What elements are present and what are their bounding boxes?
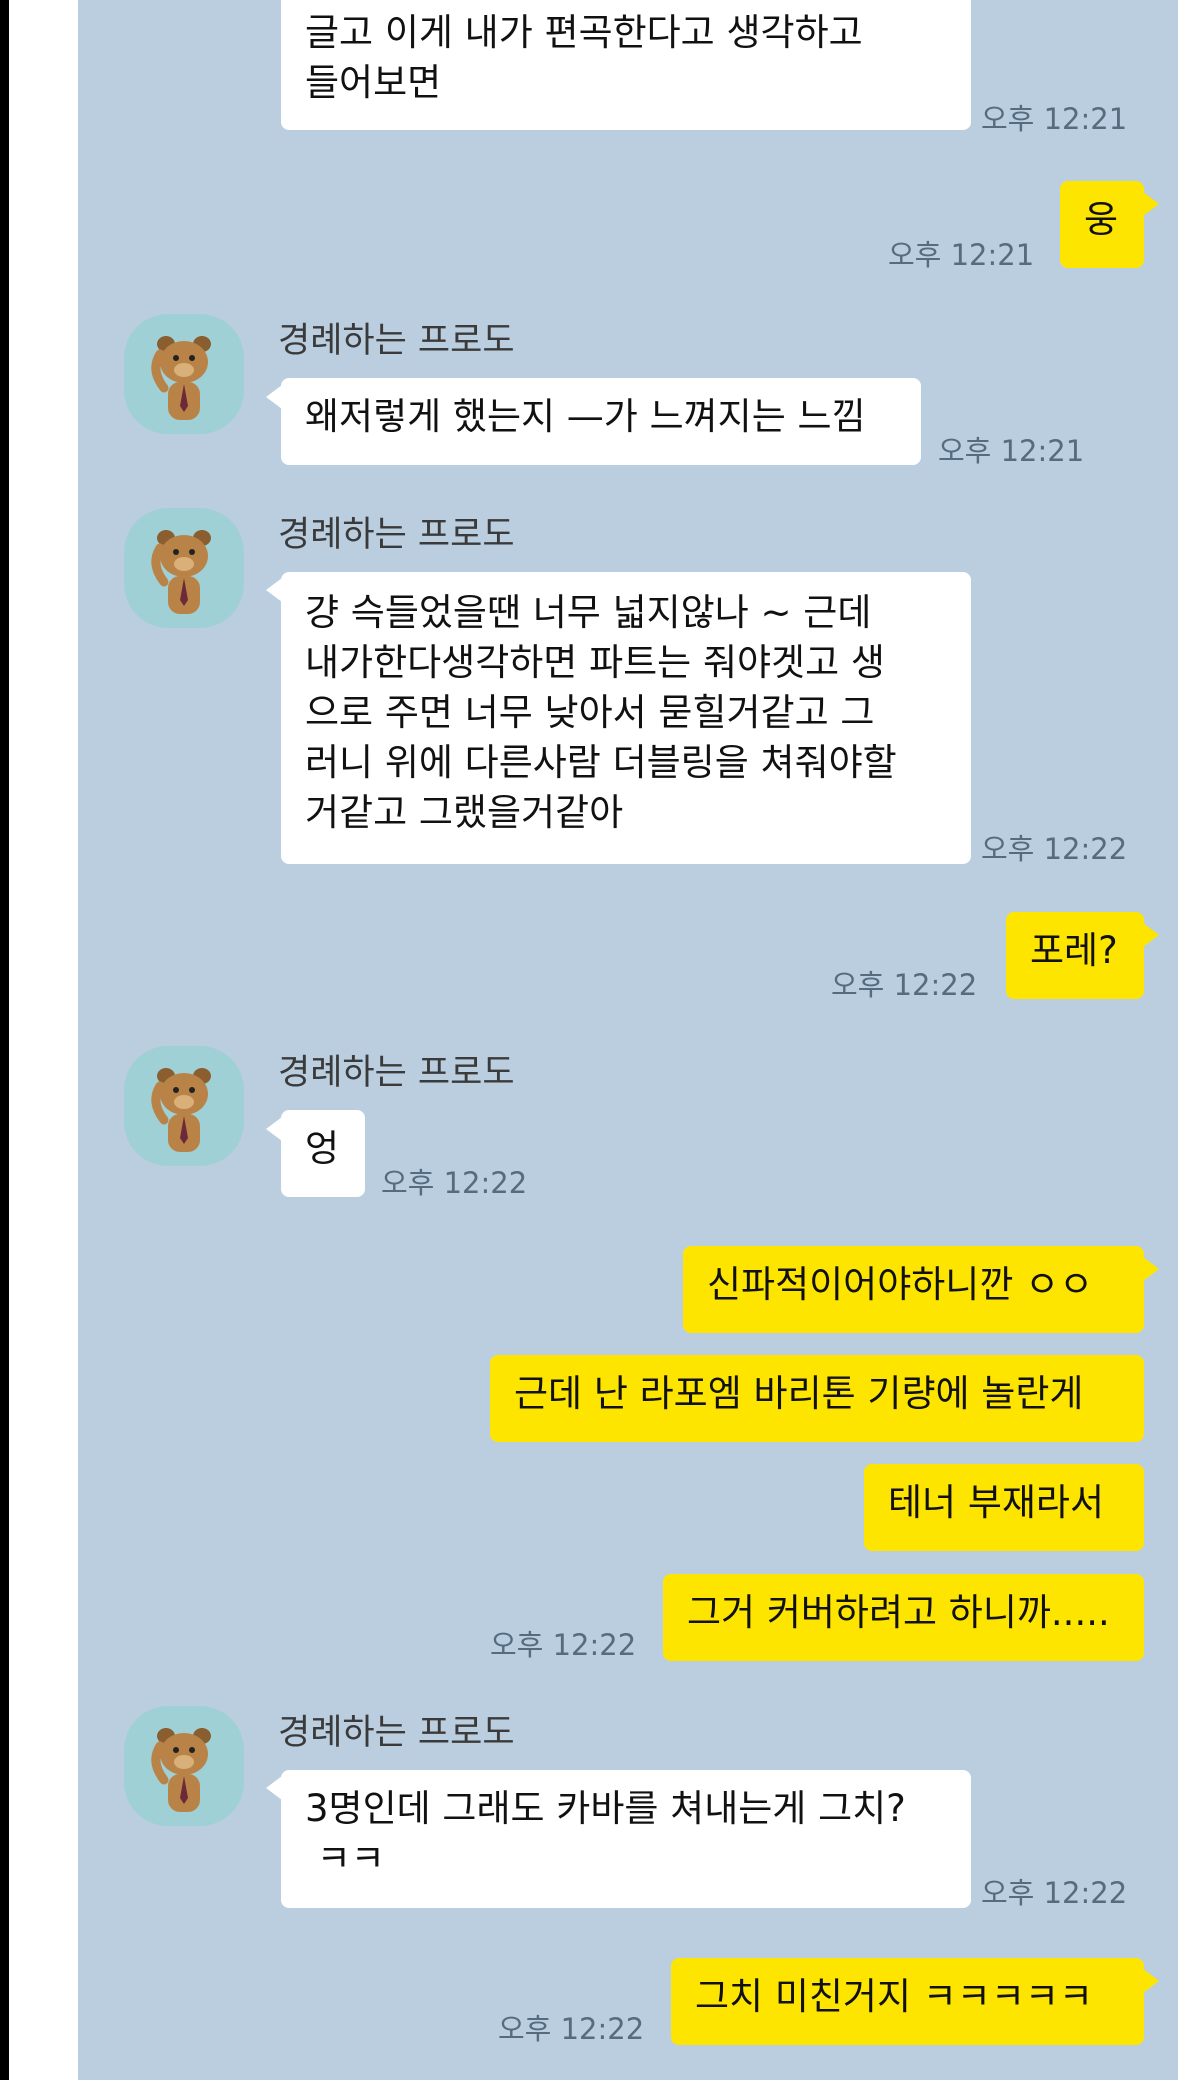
bear-saluting-icon bbox=[151, 336, 211, 420]
message-bubble[interactable]: 엉 bbox=[281, 1110, 365, 1197]
message-bubble[interactable]: 3명인데 그래도 카바를 쳐내는게 그치? ㅋㅋ bbox=[281, 1770, 971, 1908]
avatar[interactable] bbox=[124, 1706, 244, 1826]
message-bubble[interactable]: 그치 미친거지 ㅋㅋㅋㅋㅋ bbox=[671, 1958, 1144, 2045]
bubble-tail bbox=[266, 1117, 282, 1141]
message-bubble[interactable]: 그거 커버하려고 하니까..... bbox=[663, 1574, 1144, 1661]
message-bubble[interactable]: 포레? bbox=[1006, 912, 1144, 999]
bear-saluting-icon bbox=[151, 530, 211, 614]
bubble-tail bbox=[1143, 1257, 1159, 1281]
bubble-tail bbox=[266, 578, 282, 602]
bubble-tail bbox=[266, 1776, 282, 1800]
bear-saluting-icon bbox=[151, 1728, 211, 1812]
message-bubble[interactable]: 신파적이어야하니깐 ㅇㅇ bbox=[683, 1246, 1144, 1333]
bubble-tail bbox=[1143, 923, 1159, 947]
message-time: 오후 12:21 bbox=[938, 434, 1085, 468]
sender-name: 경례하는 프로도 bbox=[278, 1053, 515, 1093]
message-time: 오후 12:22 bbox=[490, 1628, 637, 1662]
sender-name: 경례하는 프로도 bbox=[278, 1713, 515, 1753]
avatar[interactable] bbox=[124, 508, 244, 628]
message-time: 오후 12:22 bbox=[981, 1876, 1128, 1910]
avatar[interactable] bbox=[124, 314, 244, 434]
sender-name: 경례하는 프로도 bbox=[278, 515, 515, 555]
message-time: 오후 12:21 bbox=[981, 102, 1128, 136]
message-bubble[interactable]: 걍 슥들었을땐 너무 넓지않나 ~ 근데 내가한다생각하면 파트는 줘야겟고 생… bbox=[281, 572, 971, 864]
message-time: 오후 12:22 bbox=[498, 2012, 645, 2046]
bubble-tail bbox=[1143, 1969, 1159, 1993]
message-time: 오후 12:22 bbox=[381, 1166, 528, 1200]
sender-name: 경례하는 프로도 bbox=[278, 321, 515, 361]
message-bubble[interactable]: 웅 bbox=[1060, 181, 1144, 268]
bubble-tail bbox=[1143, 192, 1159, 216]
message-bubble[interactable]: 근데 난 라포엠 바리톤 기량에 놀란게 bbox=[490, 1355, 1144, 1442]
chat-message-list[interactable]: 글고 이게 내가 편곡한다고 생각하고 들어보면 오후 12:21 오후 12:… bbox=[78, 0, 1178, 2080]
window-edge bbox=[0, 0, 9, 2080]
bubble-tail bbox=[266, 385, 282, 409]
message-time: 오후 12:22 bbox=[831, 968, 978, 1002]
message-time: 오후 12:21 bbox=[888, 238, 1035, 272]
bear-saluting-icon bbox=[151, 1068, 211, 1152]
avatar[interactable] bbox=[124, 1046, 244, 1166]
message-bubble[interactable]: 왜저렇게 했는지 —가 느껴지는 느낌 bbox=[281, 378, 921, 465]
message-time: 오후 12:22 bbox=[981, 832, 1128, 866]
message-bubble[interactable]: 글고 이게 내가 편곡한다고 생각하고 들어보면 bbox=[281, 0, 971, 130]
message-bubble[interactable]: 테너 부재라서 bbox=[864, 1464, 1144, 1551]
